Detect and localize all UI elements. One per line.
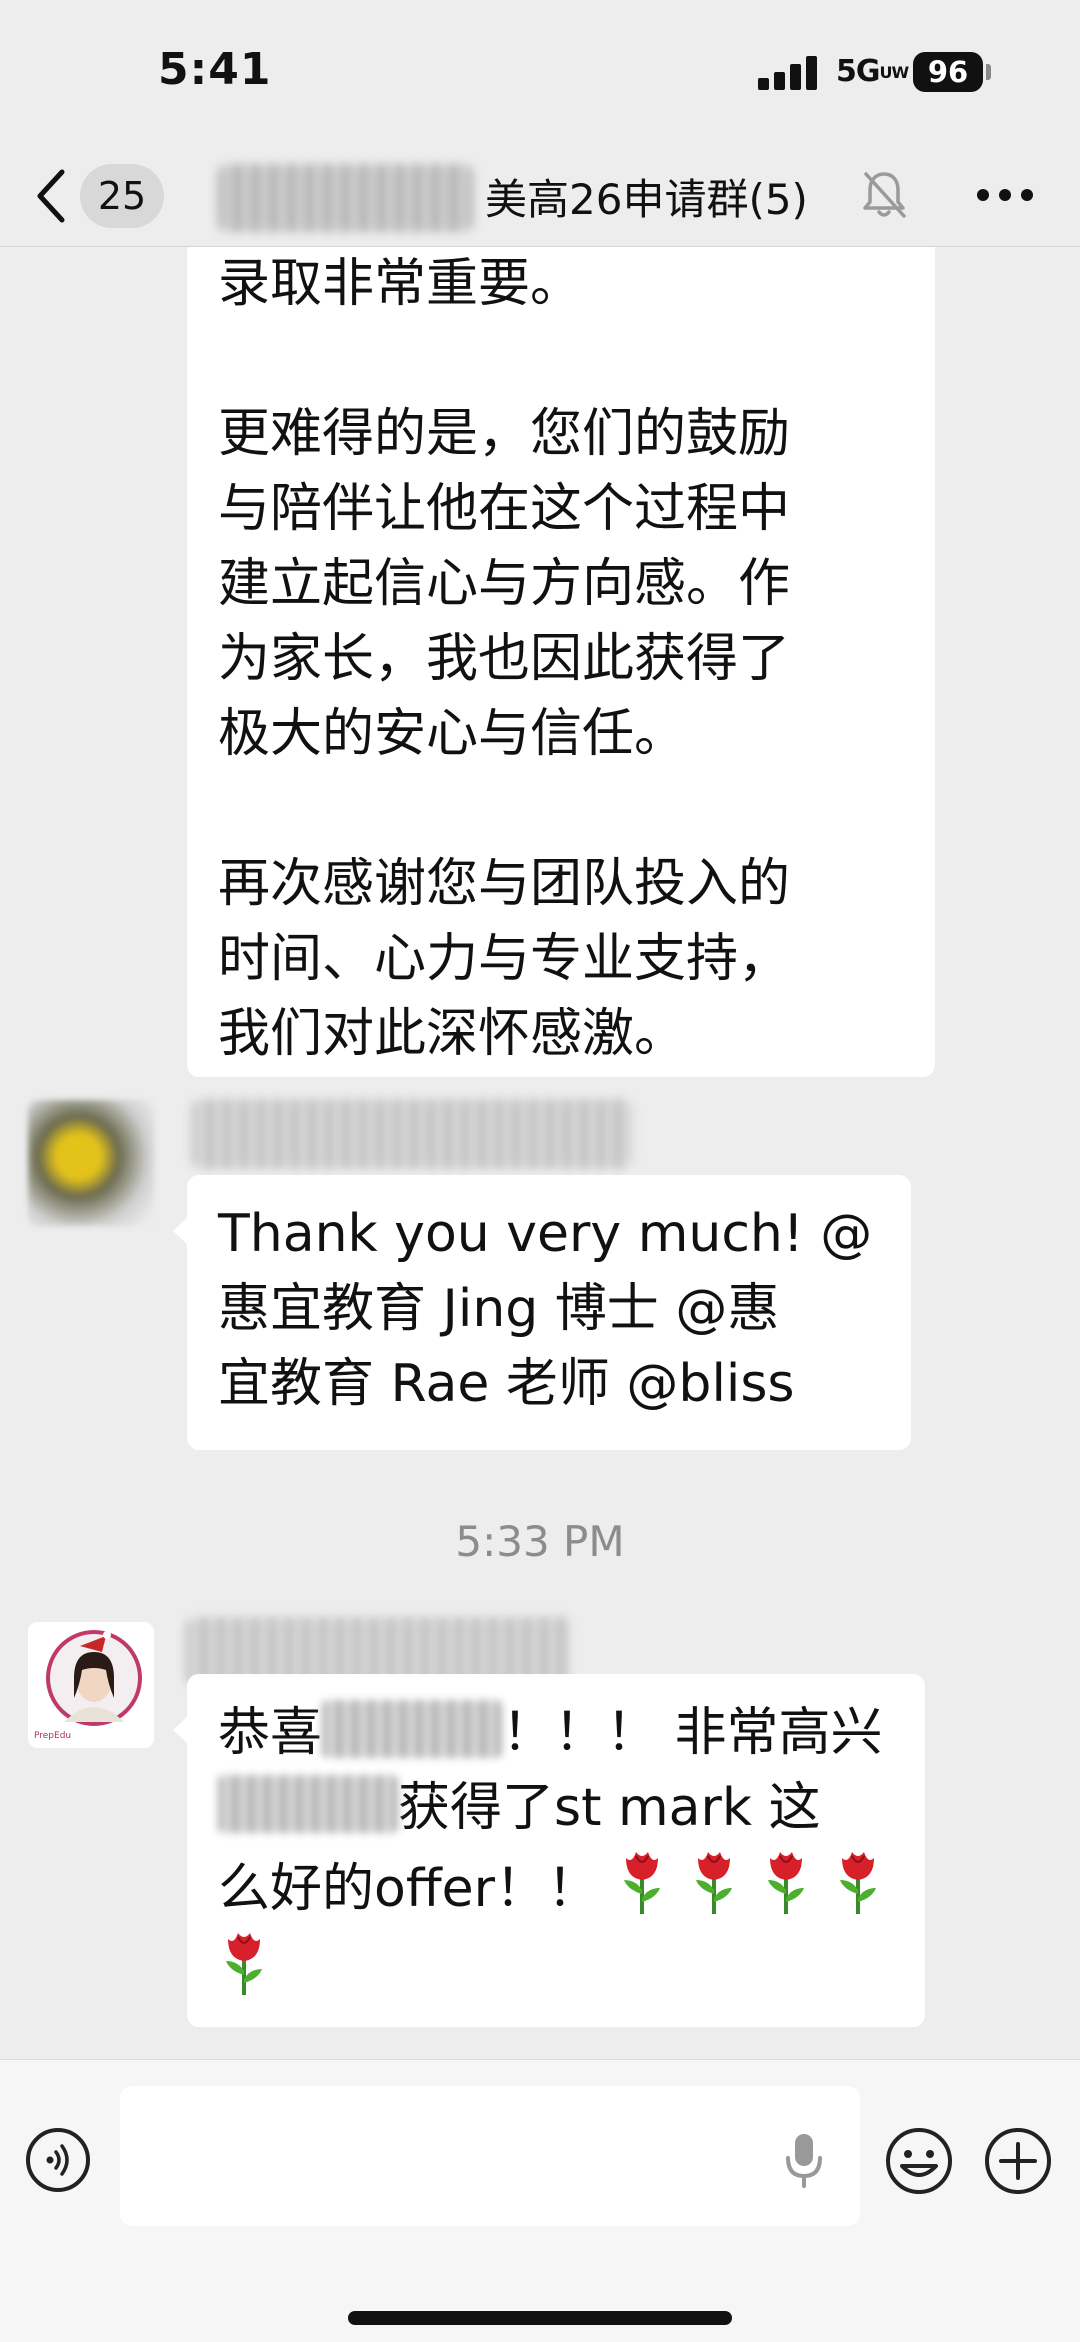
message-text-line: 么好的offer！！	[218, 1846, 925, 1927]
avatar-photo: PrepEdu	[28, 1622, 154, 1748]
message-text-line: 录取非常重要。	[218, 254, 583, 314]
chat-title[interactable]: 美高26申请群(5)	[485, 166, 808, 227]
battery-tip	[986, 64, 991, 80]
signal-icon	[758, 56, 818, 90]
battery-level: 96	[927, 55, 969, 89]
message-text-line: 获得了st mark 这	[218, 1771, 925, 1846]
message-text-line: 惠宜教育 Jing 博士 @惠	[218, 1279, 780, 1339]
message-text-line: 为家长，我也因此获得了	[218, 629, 791, 689]
svg-text:PrepEdu: PrepEdu	[34, 1731, 71, 1741]
message-text-line: 建立起信心与方向感。作	[218, 554, 791, 614]
message-text: 么好的offer！！	[218, 1859, 600, 1919]
avatar[interactable]: PrepEdu	[28, 1622, 154, 1748]
rose-emoji	[226, 1933, 262, 1995]
message-bubble[interactable]: 录取非常重要。 更难得的是，您们的鼓励 与陪伴让他在这个过程中 建立起信心与方向…	[187, 247, 935, 1077]
message-text-line: 我们对此深怀感激。	[218, 1004, 687, 1064]
message-text: ！！！ 非常高兴	[502, 1703, 883, 1763]
network-label: 5G	[836, 54, 880, 89]
message-text-line: Thank you very much! @	[218, 1204, 873, 1264]
status-time: 5:41	[158, 44, 272, 95]
message-text-line: 再次感谢您与团队投入的	[218, 854, 791, 914]
message-text-line: 更难得的是，您们的鼓励	[218, 404, 791, 464]
rose-emoji	[767, 1852, 804, 1914]
message-text-line: 宜教育 Rae 老师 @bliss	[218, 1354, 795, 1414]
home-indicator[interactable]	[348, 2311, 732, 2325]
emoji-row	[616, 1852, 884, 1919]
chat-header: 25 美高26申请群(5)	[0, 150, 1080, 246]
message-text-line: 与陪伴让他在这个过程中	[218, 479, 791, 539]
plus-icon[interactable]	[983, 2126, 1053, 2196]
message-bubble[interactable]: Thank you very much! @ 惠宜教育 Jing 博士 @惠 宜…	[173, 1175, 911, 1450]
more-icon[interactable]	[975, 180, 1035, 210]
network-indicator: 5GUW	[836, 54, 910, 89]
emoji-row	[218, 1927, 925, 2008]
rose-emoji	[623, 1852, 660, 1914]
network-sub-label: UW	[879, 62, 910, 82]
redacted-name	[322, 1700, 503, 1758]
battery-icon: 96	[913, 52, 983, 92]
message-timestamp: 5:33 PM	[455, 1517, 625, 1566]
rose-emoji	[839, 1852, 876, 1914]
unread-count-badge[interactable]: 25	[80, 164, 164, 228]
status-bar: 5:41 5GUW 96	[0, 0, 1080, 150]
input-bar	[0, 2059, 1080, 2342]
message-text: 获得了st mark 这	[398, 1778, 821, 1838]
redacted-group-name	[218, 164, 473, 232]
message-input[interactable]	[120, 2086, 860, 2226]
message-text-line: 恭喜 ！！！ 非常高兴	[218, 1696, 925, 1771]
bell-muted-icon	[863, 172, 906, 218]
avatar[interactable]	[28, 1100, 154, 1226]
rose-emoji	[695, 1852, 732, 1914]
bubble-tail	[173, 1716, 188, 1744]
message-list[interactable]: 录取非常重要。 更难得的是，您们的鼓励 与陪伴让他在这个过程中 建立起信心与方向…	[0, 247, 1080, 2059]
redacted-sender-name	[192, 1099, 632, 1169]
message-text-line: 极大的安心与信任。	[218, 704, 687, 764]
microphone-icon[interactable]	[782, 2130, 826, 2190]
message-text: 恭喜	[218, 1703, 323, 1763]
chevron-left-icon[interactable]	[32, 166, 72, 226]
emoji-icon[interactable]	[884, 2126, 954, 2196]
message-bubble[interactable]: 恭喜 ！！！ 非常高兴 获得了st mark 这 么好的offer！！	[173, 1674, 925, 2027]
message-text-line: 时间、心力与专业支持，	[218, 929, 791, 989]
bubble-tail	[173, 1217, 188, 1245]
redacted-name	[218, 1775, 398, 1833]
voice-icon[interactable]	[26, 2128, 90, 2192]
